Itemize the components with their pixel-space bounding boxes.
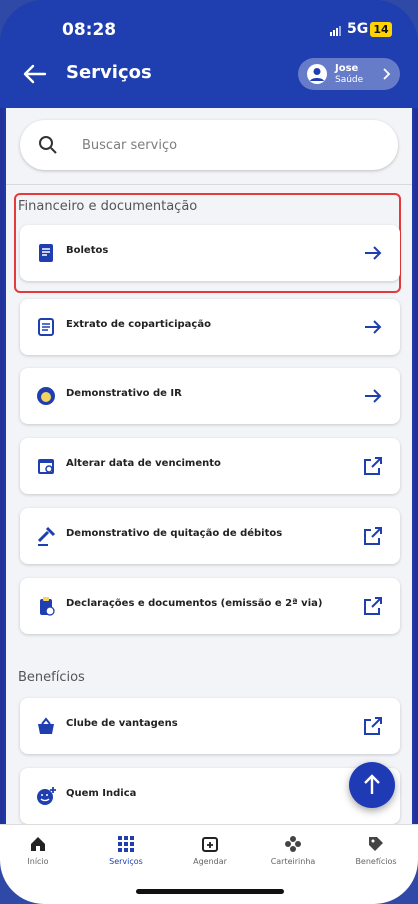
scroll-top-button[interactable] <box>349 762 395 808</box>
nav-label: Início <box>27 857 49 866</box>
battery-icon: 14 <box>370 22 392 37</box>
service-item-declaracoes[interactable]: Declarações e documentos (emissão e 2ª v… <box>20 578 400 634</box>
service-item-ir[interactable]: Demonstrativo de IR <box>20 368 400 424</box>
bottom-navigation: Início Serviços Agendar Carteirinha Bene… <box>0 824 418 904</box>
user-profile-chip[interactable]: Jose Saúde <box>298 58 400 90</box>
service-label: Alterar data de vencimento <box>66 458 221 469</box>
status-time: 08:28 <box>62 20 117 40</box>
smile-plus-icon <box>37 787 56 805</box>
top-bar: 08:28 5G 14 Serviços Jose Saúde <box>0 0 418 108</box>
external-link-icon <box>364 527 382 545</box>
nav-label: Carteirinha <box>270 857 316 866</box>
grid-icon <box>118 836 134 852</box>
arrow-up-icon <box>364 774 380 794</box>
arrow-right-icon <box>365 320 382 334</box>
nav-agendar[interactable]: Agendar <box>172 835 248 866</box>
phone-screen: 08:28 5G 14 Serviços Jose Saúde Buscar s… <box>0 0 418 904</box>
service-item-boletos[interactable]: Boletos <box>20 225 400 281</box>
back-arrow-icon[interactable] <box>20 62 48 86</box>
nav-label: Benefícios <box>355 857 397 866</box>
service-item-quitacao[interactable]: Demonstrativo de quitação de débitos <box>20 508 400 564</box>
nav-label: Serviços <box>109 857 143 866</box>
nav-inicio[interactable]: Início <box>0 835 76 866</box>
service-item-extrato[interactable]: Extrato de coparticipação <box>20 299 400 355</box>
gavel-icon <box>37 526 56 546</box>
home-icon <box>31 837 45 851</box>
invoice-icon <box>39 244 53 262</box>
basket-icon <box>38 717 54 734</box>
external-link-icon <box>364 457 382 475</box>
user-plan: Saúde <box>335 75 364 85</box>
nav-beneficios[interactable]: Benefícios <box>338 835 414 866</box>
lion-icon <box>37 387 55 405</box>
external-link-icon <box>364 717 382 735</box>
service-label: Demonstrativo de IR <box>66 388 182 399</box>
service-item-quem-indica[interactable]: Quem Indica <box>20 768 400 824</box>
service-label: Demonstrativo de quitação de débitos <box>66 528 283 539</box>
document-icon <box>38 318 54 336</box>
service-item-vencimento[interactable]: Alterar data de vencimento <box>20 438 400 494</box>
nav-servicos[interactable]: Serviços <box>88 835 164 866</box>
nav-label: Agendar <box>193 857 227 866</box>
home-indicator <box>136 889 284 894</box>
chevron-right-icon <box>383 68 391 80</box>
service-label: Declarações e documentos (emissão e 2ª v… <box>66 598 323 609</box>
services-content: Buscar serviço Financeiro e documentação… <box>6 108 412 824</box>
external-link-icon <box>364 597 382 615</box>
page-title: Serviços <box>66 62 152 83</box>
search-input[interactable]: Buscar serviço <box>20 120 398 170</box>
tag-icon <box>369 837 383 851</box>
calendar-add-icon <box>202 837 218 852</box>
nav-carteirinha[interactable]: Carteirinha <box>255 835 331 866</box>
network-label: 5G <box>347 21 369 37</box>
avatar-icon <box>307 64 327 84</box>
arrow-right-icon <box>365 246 382 260</box>
service-label: Clube de vantagens <box>66 718 178 729</box>
search-placeholder: Buscar serviço <box>82 138 178 153</box>
user-name: Jose <box>335 63 359 74</box>
clipboard-clock-icon <box>40 597 55 616</box>
search-icon <box>39 136 57 154</box>
service-label: Extrato de coparticipação <box>66 319 211 330</box>
arrow-right-icon <box>365 389 382 403</box>
section-title-benefits: Benefícios <box>18 670 85 685</box>
service-item-clube[interactable]: Clube de vantagens <box>20 698 400 754</box>
divider <box>6 184 412 185</box>
service-label: Quem Indica <box>66 788 137 799</box>
calendar-refresh-icon <box>38 459 54 474</box>
flower-icon <box>285 836 301 852</box>
service-label: Boletos <box>66 245 109 256</box>
signal-icon <box>330 26 341 36</box>
